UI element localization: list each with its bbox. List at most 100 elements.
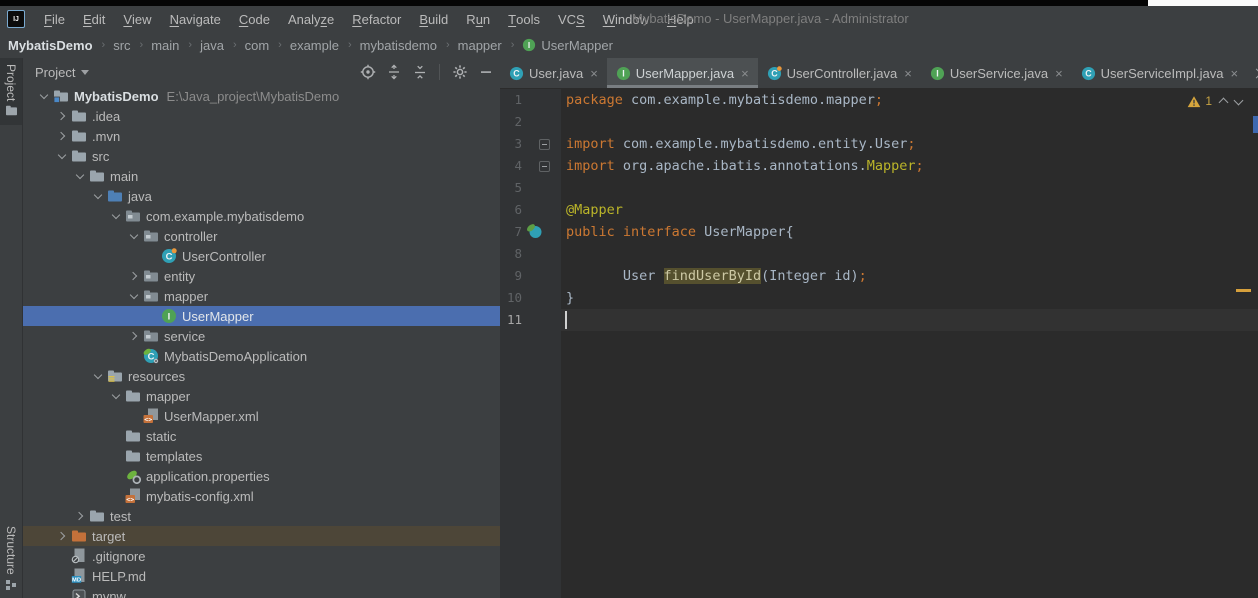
chevron-down-icon[interactable] [89,366,106,386]
next-problem-icon[interactable] [1234,95,1244,105]
chevron-down-icon[interactable] [53,146,70,166]
tree-item-mvnw[interactable]: mvnw [23,586,500,598]
breadcrumb-item-usermapper[interactable]: IUserMapper [514,38,615,53]
tree-item-controller[interactable]: controller [23,226,500,246]
chevron-down-icon[interactable] [89,186,106,206]
settings-gear-button[interactable] [451,64,468,81]
menu-navigate[interactable]: Navigate [161,6,230,32]
code-line-8[interactable] [562,243,1258,265]
code-line-7[interactable]: public interface UserMapper{ [562,221,1258,243]
breadcrumb-item-mybatisdemo[interactable]: mybatisdemo [352,38,439,53]
menu-vcs[interactable]: VCS [549,6,594,32]
tree-item-mapper[interactable]: mapper [23,286,500,306]
chevron-down-icon[interactable] [71,166,88,186]
breadcrumb-item-java[interactable]: java [192,38,226,53]
code-line-2[interactable] [562,111,1258,133]
tab-userservice-java[interactable]: IUserService.java× [921,58,1072,88]
scrollbar-warning-marker[interactable] [1236,289,1251,292]
tree-item-mapper[interactable]: mapper [23,386,500,406]
hide-panel-button[interactable] [477,64,494,81]
close-tab-icon[interactable]: × [590,67,598,80]
chevron-right-icon[interactable] [125,326,142,346]
tool-window-button-structure[interactable]: Structure [0,520,22,594]
tree-item-mybatis-config-xml[interactable]: <>mybatis-config.xml [23,486,500,506]
code-line-11[interactable] [562,309,1258,331]
code-line-1[interactable]: package com.example.mybatisdemo.mapper; [562,89,1258,111]
collapse-all-button[interactable] [411,64,428,81]
tab-usermapper-java[interactable]: IUserMapper.java× [607,58,758,88]
breadcrumb-item-example[interactable]: example [282,38,341,53]
chevron-right-icon[interactable] [53,106,70,126]
chevron-right-icon[interactable] [125,266,142,286]
chevron-right-icon[interactable] [53,126,70,146]
code-line-9[interactable]: User findUserById(Integer id); [562,265,1258,287]
tree-item-src[interactable]: src [23,146,500,166]
tool-window-button-project[interactable]: Project [0,58,22,125]
chevron-right-icon[interactable] [71,506,88,526]
tree-item-com-example-mybatisdemo[interactable]: com.example.mybatisdemo [23,206,500,226]
tree-item--gitignore[interactable]: .gitignore [23,546,500,566]
tree-item-usercontroller[interactable]: CUserController [23,246,500,266]
tab-userserviceimpl-java[interactable]: CUserServiceImpl.java× [1072,58,1247,88]
menu-code[interactable]: Code [230,6,279,32]
fold-region-icon[interactable] [539,139,550,150]
menu-refactor[interactable]: Refactor [343,6,410,32]
close-tab-icon[interactable]: × [741,67,749,80]
chevron-down-icon[interactable] [107,206,124,226]
chevron-down-icon[interactable] [35,86,52,106]
menu-file[interactable]: File [35,6,74,32]
code-line-4[interactable]: import org.apache.ibatis.annotations.Map… [562,155,1258,177]
code-line-10[interactable]: } [562,287,1258,309]
tree-item--idea[interactable]: .idea [23,106,500,126]
tree-item-static[interactable]: static [23,426,500,446]
menu-analyze[interactable]: Analyze [279,6,343,32]
tab-usercontroller-java[interactable]: CUserController.java× [758,58,921,88]
gutter-line-5: 5 [500,177,561,199]
breadcrumb-item-mapper[interactable]: mapper [450,38,504,53]
mybatis-mapper-gutter-icon[interactable] [526,223,542,242]
scrollbar-marker-blue[interactable] [1253,116,1258,133]
code-line-5[interactable] [562,177,1258,199]
expand-all-button[interactable] [385,64,402,81]
tree-item-usermapper[interactable]: IUserMapper [23,306,500,326]
tree-item-mybatisdemoapplication[interactable]: CMybatisDemoApplication [23,346,500,366]
breadcrumb-item-src[interactable]: src [105,38,132,53]
tree-item-java[interactable]: java [23,186,500,206]
tree-item-mybatisdemo[interactable]: MybatisDemoE:\Java_project\MybatisDemo [23,86,500,106]
tree-item-main[interactable]: main [23,166,500,186]
tree-item-templates[interactable]: templates [23,446,500,466]
tree-item-resources[interactable]: resources [23,366,500,386]
select-opened-file-button[interactable] [359,64,376,81]
chevron-down-icon[interactable] [107,386,124,406]
tab-user-java[interactable]: CUser.java× [500,58,607,88]
code-line-3[interactable]: import com.example.mybatisdemo.entity.Us… [562,133,1258,155]
project-view-dropdown[interactable]: Project [35,65,89,80]
close-tab-icon[interactable]: × [904,67,912,80]
chevron-down-icon[interactable] [125,226,142,246]
tree-item-entity[interactable]: entity [23,266,500,286]
chevron-down-icon[interactable] [125,286,142,306]
fold-region-icon[interactable] [539,161,550,172]
breadcrumb-item-mybatisdemo[interactable]: MybatisDemo [0,38,95,53]
close-tab-icon[interactable]: × [1055,67,1063,80]
close-tab-icon[interactable]: × [1231,67,1239,80]
menu-build[interactable]: Build [410,6,457,32]
breadcrumb-item-main[interactable]: main [143,38,181,53]
code-line-6[interactable]: @Mapper [562,199,1258,221]
tree-item-service[interactable]: service [23,326,500,346]
prev-problem-icon[interactable] [1219,98,1229,108]
tree-item-test[interactable]: test [23,506,500,526]
menu-edit[interactable]: Edit [74,6,114,32]
chevron-right-icon[interactable] [53,526,70,546]
breadcrumb-item-com[interactable]: com [237,38,272,53]
inspection-widget[interactable]: 1 [1187,94,1242,108]
tree-item-help-md[interactable]: MDHELP.md [23,566,500,586]
tree-item-usermapper-xml[interactable]: <>UserMapper.xml [23,406,500,426]
tree-item-target[interactable]: target [23,526,500,546]
code-editor[interactable]: 1234567891011 package com.example.mybati… [500,89,1258,598]
menu-run[interactable]: Run [457,6,499,32]
menu-tools[interactable]: Tools [499,6,549,32]
tree-item--mvn[interactable]: .mvn [23,126,500,146]
menu-view[interactable]: View [114,6,160,32]
tree-item-application-properties[interactable]: application.properties [23,466,500,486]
